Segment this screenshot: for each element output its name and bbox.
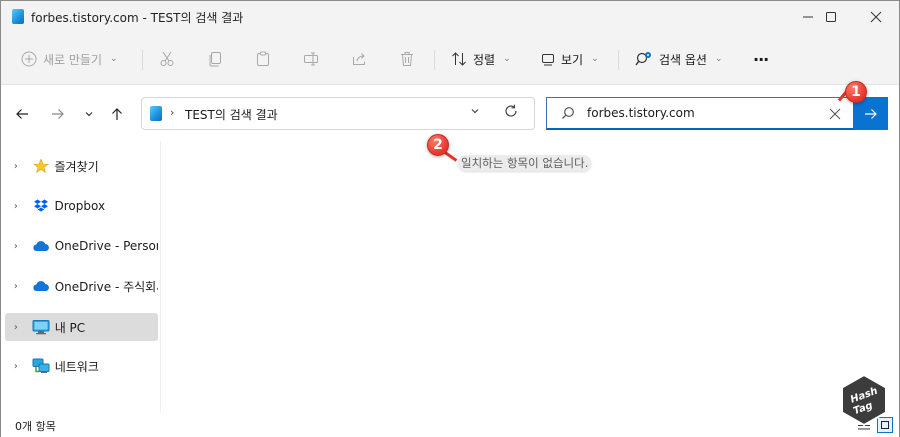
more-options-button[interactable]: ··· [753, 47, 769, 71]
chevron-down-icon: ⌄ [591, 54, 599, 64]
view-button-label: 보기 [561, 52, 584, 67]
explorer-app-icon [12, 9, 24, 24]
chevron-down-icon [85, 112, 93, 117]
maximize-icon [826, 12, 836, 22]
clipboard-icon [257, 51, 269, 66]
new-button[interactable]: 새로 만들기 ⌄ [21, 47, 118, 71]
chevron-down-icon: ⌄ [110, 54, 118, 64]
chevron-down-icon: ⌄ [503, 54, 511, 64]
toolbar-divider [434, 50, 435, 70]
file-list-area[interactable]: 일치하는 항목이 없습니다. [162, 141, 899, 413]
sidebar-item-label: OneDrive - 주식회사 [54, 279, 158, 294]
toolbar-divider [142, 50, 143, 70]
breadcrumb-chevron-icon: › [170, 106, 175, 119]
sidebar-item-label: OneDrive - Persona [54, 239, 158, 253]
arrow-right-icon [52, 109, 64, 119]
chevron-down-icon: ⌄ [714, 54, 723, 64]
copy-icon [209, 52, 221, 67]
star-icon [32, 158, 50, 174]
search-options-icon [635, 52, 651, 66]
cut-button[interactable] [159, 47, 175, 71]
sidebar-item-label: 내 PC [54, 320, 86, 335]
paste-button[interactable] [255, 47, 271, 71]
search-options-button[interactable]: 검색 옵션 ⌄ [635, 47, 723, 71]
new-button-label: 새로 만들기 [43, 52, 103, 67]
file-explorer-window: forbes.tistory.com - TEST의 검색 결과 새로 만들기 … [0, 0, 900, 437]
dropbox-icon [32, 198, 50, 214]
close-icon [870, 11, 882, 23]
status-bar: 0개 항목 [1, 413, 899, 437]
sidebar-item-label: 즐겨찾기 [54, 159, 99, 174]
sort-button-label: 정렬 [473, 52, 496, 67]
share-button[interactable] [351, 47, 367, 71]
navigation-pane: › 즐겨찾기 › Dropbox › OneDrive - Persona › [1, 141, 161, 413]
expand-chevron-icon[interactable]: › [7, 241, 25, 252]
item-count: 0개 항목 [15, 420, 56, 433]
clear-search-button[interactable] [829, 103, 841, 124]
scissors-icon [160, 51, 174, 66]
refresh-icon [505, 104, 517, 117]
close-button[interactable] [853, 1, 899, 33]
sidebar-item-onedrive-personal[interactable]: › OneDrive - Persona [5, 232, 158, 260]
hashtag-logo: Hash Tag [837, 373, 891, 427]
delete-button[interactable] [399, 47, 415, 71]
empty-results-message: 일치하는 항목이 없습니다. [458, 155, 592, 171]
trash-icon [401, 52, 413, 66]
sort-arrows-icon [452, 52, 466, 66]
address-bar[interactable]: › TEST의 검색 결과 [141, 97, 535, 130]
sidebar-item-network[interactable]: › 네트워크 [5, 352, 158, 380]
title-bar[interactable]: forbes.tistory.com - TEST의 검색 결과 [1, 1, 899, 33]
view-layout-icon [542, 54, 554, 66]
share-icon [353, 53, 365, 65]
onedrive-cloud-icon [32, 278, 50, 294]
search-field[interactable]: forbes.tistory.com [546, 97, 854, 130]
arrow-up-icon [112, 108, 122, 120]
up-button[interactable] [105, 104, 129, 124]
view-button[interactable]: 보기 ⌄ [541, 47, 599, 71]
onedrive-cloud-icon [32, 238, 50, 254]
recent-locations-button[interactable] [77, 104, 101, 124]
close-icon [829, 108, 841, 120]
back-button[interactable] [10, 104, 34, 124]
navigation-row: › TEST의 검색 결과 forbes.tistory.com [1, 86, 899, 141]
sidebar-item-onedrive-company[interactable]: › OneDrive - 주식회사 [5, 272, 158, 300]
toolbar-divider [618, 50, 619, 70]
sidebar-item-label: Dropbox [54, 199, 106, 213]
arrow-right-icon [864, 108, 877, 119]
forward-button[interactable] [46, 104, 70, 124]
expand-chevron-icon[interactable]: › [7, 322, 25, 333]
network-icon [32, 358, 50, 374]
sidebar-item-label: 네트워크 [54, 359, 99, 374]
rename-icon [304, 52, 318, 66]
address-history-button[interactable] [470, 106, 480, 119]
sidebar-item-favorites[interactable]: › 즐겨찾기 [5, 152, 158, 180]
sort-button[interactable]: 정렬 ⌄ [451, 47, 511, 71]
expand-chevron-icon[interactable]: › [7, 281, 25, 292]
expand-chevron-icon[interactable]: › [7, 161, 25, 172]
chevron-down-icon [471, 109, 479, 114]
expand-chevron-icon[interactable]: › [7, 201, 25, 212]
search-results-folder-icon [150, 106, 162, 121]
search-query[interactable]: forbes.tistory.com [587, 106, 695, 120]
search-icon [561, 106, 575, 123]
annotation-badge-1: 1 [845, 81, 867, 103]
search-options-label: 검색 옵션 [659, 52, 707, 67]
window-title: forbes.tistory.com - TEST의 검색 결과 [31, 11, 244, 25]
rename-button[interactable] [303, 47, 319, 71]
copy-button[interactable] [207, 47, 223, 71]
expand-chevron-icon[interactable]: › [7, 361, 25, 372]
sidebar-item-dropbox[interactable]: › Dropbox [5, 192, 158, 220]
sidebar-item-this-pc[interactable]: › 내 PC [5, 313, 158, 341]
arrow-left-icon [16, 109, 28, 119]
monitor-icon [32, 319, 50, 335]
command-bar: 새로 만들기 ⌄ 정렬 ⌄ 보기 ⌄ 검색 옵션 ⌄ ··· [1, 33, 899, 85]
breadcrumb-current[interactable]: TEST의 검색 결과 [185, 106, 278, 123]
annotation-badge-2: 2 [427, 134, 449, 156]
plus-circle-icon [21, 51, 37, 67]
refresh-button[interactable] [504, 104, 518, 122]
maximize-button[interactable] [808, 1, 854, 33]
